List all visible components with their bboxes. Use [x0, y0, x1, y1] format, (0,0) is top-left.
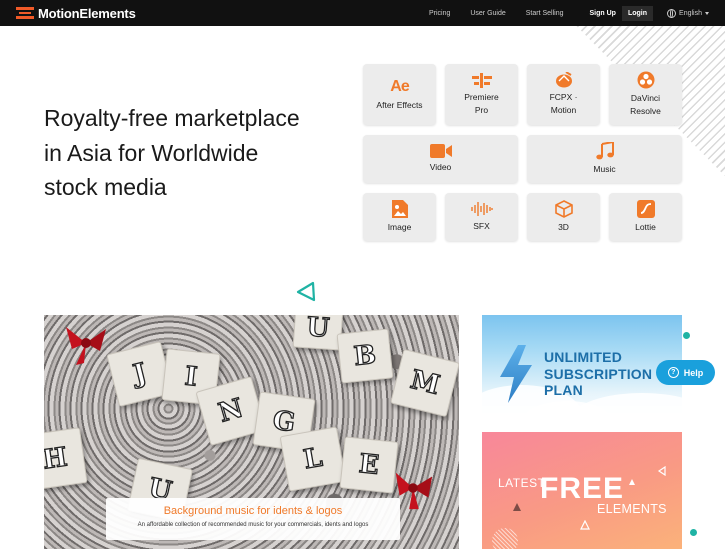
subscription-line-2: SUBSCRIPTION — [544, 365, 653, 382]
triangle-outline-icon — [580, 520, 590, 530]
language-selector[interactable]: English — [667, 8, 709, 18]
category-label: Music — [593, 164, 616, 174]
free-elements-banner[interactable]: LATEST FREE ELEMENTS — [482, 432, 682, 549]
brand-name: MotionElements — [38, 5, 136, 21]
free-banner-free: FREE — [540, 472, 625, 505]
category-sfx[interactable]: SFX — [445, 193, 518, 241]
category-video[interactable]: Video — [363, 135, 518, 183]
category-label: FCPX · Motion — [549, 92, 578, 115]
letter-block: B — [336, 328, 394, 384]
music-note-icon — [595, 142, 614, 160]
category-label: DaVinci Resolve — [630, 93, 661, 116]
category-davinci-resolve[interactable]: DaVinci Resolve — [609, 64, 682, 125]
triangle-outline-icon — [657, 466, 666, 476]
help-label: Help — [683, 367, 704, 378]
category-label: After Effects — [376, 99, 423, 110]
top-nav: Pricing User Guide Start Selling Sign Up… — [429, 0, 725, 26]
subscription-line-1: UNLIMITED — [544, 349, 623, 365]
jingle-banner-subtitle: An affordable collection of recommended … — [137, 522, 369, 528]
lottie-icon — [636, 200, 655, 218]
fcpx-icon — [555, 72, 573, 88]
chevron-down-icon — [705, 11, 709, 15]
premiere-pro-icon — [471, 72, 492, 88]
subscription-line-3: PLAN — [544, 382, 583, 398]
unlimited-subscription-banner[interactable]: UNLIMITED SUBSCRIPTION PLAN — [482, 315, 682, 419]
category-label: Premiere Pro — [464, 91, 499, 115]
letter-block: L — [279, 426, 347, 492]
free-banner-latest: LATEST — [498, 476, 546, 490]
category-label: SFX — [473, 221, 490, 231]
category-3d[interactable]: 3D — [527, 193, 600, 241]
lightning-bolt-icon — [500, 345, 532, 403]
nav-pricing-link[interactable]: Pricing — [429, 10, 450, 17]
headline-line-2: in Asia for Worldwide — [44, 139, 259, 166]
video-camera-icon — [429, 144, 452, 158]
category-label: Image — [387, 222, 412, 232]
image-icon — [391, 200, 408, 218]
help-question-icon: ? — [667, 367, 679, 378]
nav-user-guide-link[interactable]: User Guide — [470, 10, 505, 17]
letter-block: H — [44, 427, 88, 491]
triangle-filled-icon — [513, 503, 521, 511]
free-banner-elements: ELEMENTS — [597, 502, 667, 516]
category-lottie[interactable]: Lottie — [609, 193, 682, 241]
hero-headline: Royalty-free marketplace in Asia for Wor… — [44, 101, 344, 205]
category-label: 3D — [558, 222, 569, 232]
motionelements-logo-icon — [16, 7, 34, 19]
letter-block: M — [390, 348, 459, 418]
subscription-text: UNLIMITED SUBSCRIPTION PLAN — [544, 349, 652, 399]
language-label: English — [679, 9, 702, 17]
brand-logo[interactable]: MotionElements — [16, 6, 136, 21]
nav-start-selling-link[interactable]: Start Selling — [526, 10, 564, 17]
red-ribbon-bow-icon — [66, 327, 106, 365]
category-label: Lottie — [635, 222, 656, 232]
triangle-decoration-icon — [296, 281, 316, 302]
davinci-resolve-icon — [637, 71, 655, 89]
dotted-circle-decoration — [492, 528, 518, 549]
login-button[interactable]: Login — [621, 5, 654, 21]
teal-dot-decoration — [690, 529, 697, 536]
triangle-filled-icon — [629, 479, 635, 485]
jingle-banner-caption[interactable]: Background music for idents & logos An a… — [106, 498, 400, 540]
category-premiere-pro[interactable]: Premiere Pro — [445, 64, 518, 125]
sound-wave-icon — [470, 201, 493, 217]
top-navigation-bar: MotionElements Pricing User Guide Start … — [0, 0, 725, 26]
category-after-effects[interactable]: Ae After Effects — [363, 64, 436, 125]
letter-block: U — [292, 315, 344, 351]
category-label: Video — [429, 162, 452, 172]
headline-line-3: stock media — [44, 174, 167, 200]
cube-icon — [554, 200, 573, 218]
globe-icon — [667, 8, 677, 18]
jingle-banner-title: Background music for idents & logos — [163, 505, 343, 517]
help-button[interactable]: ? Help — [656, 360, 715, 385]
headline-line-1: Royalty-free marketplace — [44, 105, 300, 131]
category-music[interactable]: Music — [527, 135, 682, 183]
category-fcpx-motion[interactable]: FCPX · Motion — [527, 64, 600, 125]
category-image[interactable]: Image — [363, 193, 436, 241]
sign-up-button[interactable]: Sign Up — [584, 6, 622, 21]
after-effects-icon: Ae — [390, 77, 409, 95]
teal-dot-decoration — [683, 332, 690, 339]
